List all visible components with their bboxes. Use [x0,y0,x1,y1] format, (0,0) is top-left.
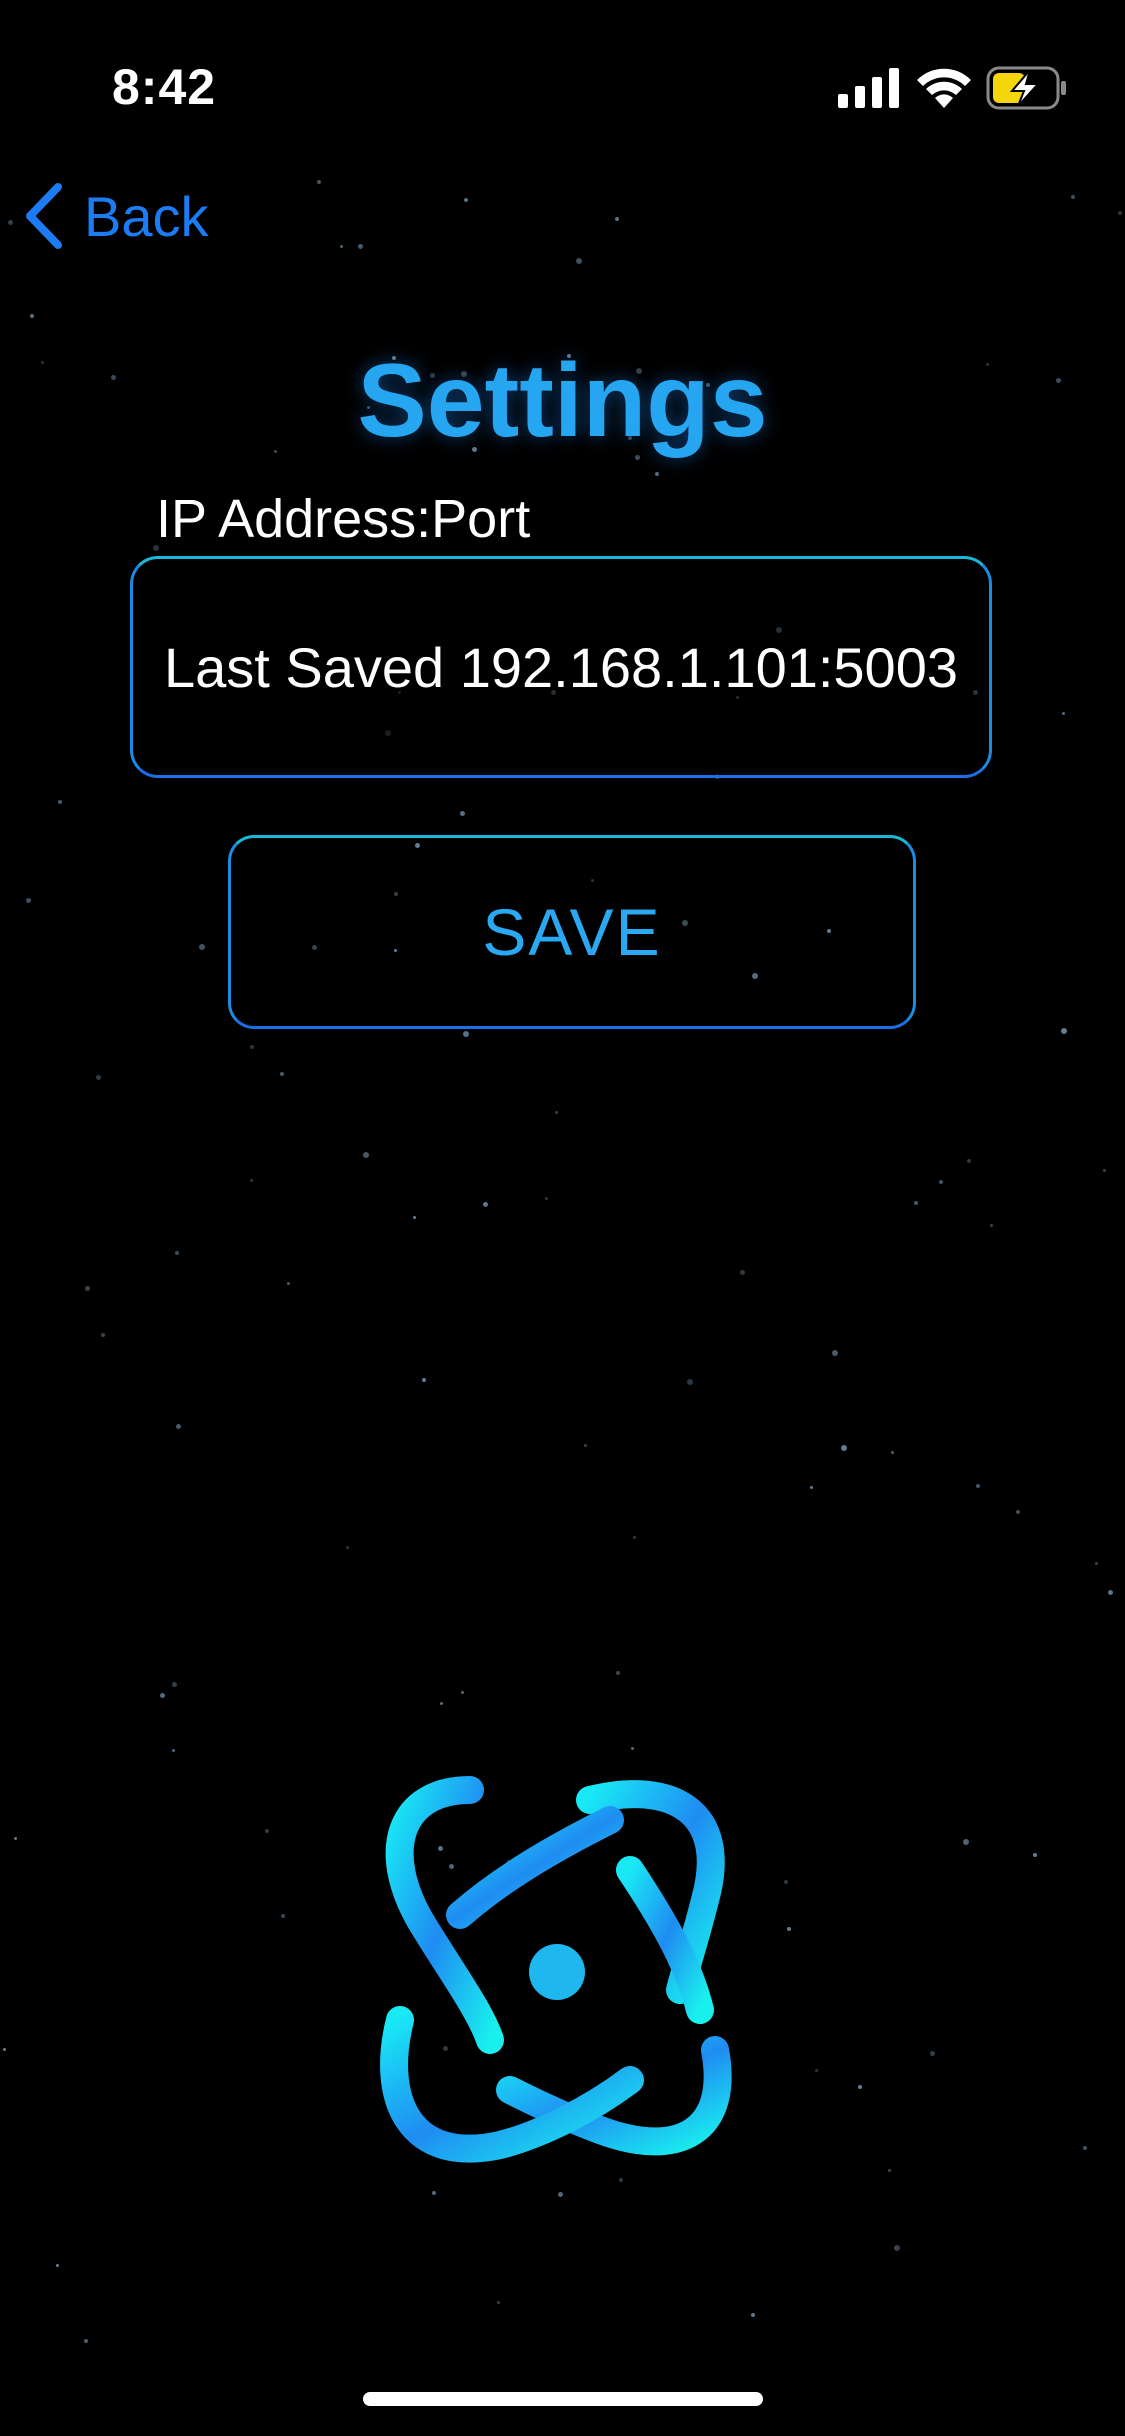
star [463,1031,469,1037]
wifi-icon [917,68,971,108]
star [1083,2146,1087,2150]
save-label: SAVE [482,895,662,969]
star [363,1152,369,1158]
status-bar: 8:42 [0,0,1125,150]
star [810,1486,813,1489]
star [340,245,343,248]
star [281,1914,285,1918]
star [558,2192,563,2197]
star [483,1202,488,1207]
star [939,1180,943,1184]
star [555,1111,558,1114]
star [26,898,31,903]
star [967,1159,971,1163]
star [317,180,321,184]
star [8,220,13,225]
atom-logo-icon [380,1776,732,2163]
star [346,1546,349,1549]
star [815,2069,818,2072]
battery-charging-icon [986,66,1066,110]
star [633,1536,636,1539]
star [787,1927,791,1931]
star [740,1270,745,1275]
star [85,1286,90,1291]
star [30,314,34,318]
star [3,2048,6,2051]
star [497,2301,500,2304]
star [888,2169,891,2172]
star [422,1378,426,1382]
star [930,2051,935,2056]
star [858,2085,862,2089]
star [287,1282,290,1285]
star [832,1350,838,1356]
ip-address-label: IP Address:Port [156,489,531,549]
home-indicator[interactable] [363,2392,763,2406]
star [160,1693,165,1698]
star [176,1424,181,1429]
star [1071,195,1075,199]
star [631,1747,634,1750]
star [687,1379,693,1385]
star [358,244,363,249]
star [413,1216,416,1219]
star [461,1691,464,1694]
star [841,1445,847,1451]
star [784,1880,788,1884]
star [172,1682,177,1687]
star [894,2245,900,2251]
star [101,1333,105,1337]
star [891,1451,894,1454]
star [914,1201,918,1205]
star [990,1224,993,1227]
star [1103,1169,1106,1172]
star [1016,1510,1020,1514]
back-label: Back [84,184,209,248]
star [619,2178,623,2182]
star [1062,712,1065,715]
save-button[interactable]: SAVE [228,835,916,1029]
star [58,800,62,804]
star [460,811,465,816]
star [199,944,205,950]
star [616,1671,620,1675]
chevron-left-icon [26,183,62,249]
star [56,2264,59,2267]
star [1095,1562,1098,1565]
star [976,1484,980,1488]
star [175,1251,179,1255]
star [250,1045,254,1049]
status-time: 8:42 [112,59,217,115]
star [14,1837,17,1840]
star [545,1197,548,1200]
star [464,198,468,202]
star [172,1749,175,1752]
ip-address-input[interactable]: Last Saved 192.168.1.101:5003 [130,556,992,778]
star [96,1075,101,1080]
signal-icon [838,68,899,108]
ip-address-placeholder: Last Saved 192.168.1.101:5003 [163,635,958,699]
star [576,258,582,264]
star [440,1702,443,1705]
star [655,472,659,476]
star [751,2313,755,2317]
star [1118,211,1122,215]
star [1033,1853,1037,1857]
star [265,1829,269,1833]
page-title: Settings [357,343,768,459]
star [250,1179,253,1182]
star [1108,1590,1113,1595]
star [963,1839,969,1845]
star [584,1444,587,1447]
star [432,2191,436,2195]
star [1061,1028,1067,1034]
back-button[interactable]: Back [22,176,209,256]
star [280,1072,284,1076]
star [84,2339,88,2343]
star [615,217,619,221]
